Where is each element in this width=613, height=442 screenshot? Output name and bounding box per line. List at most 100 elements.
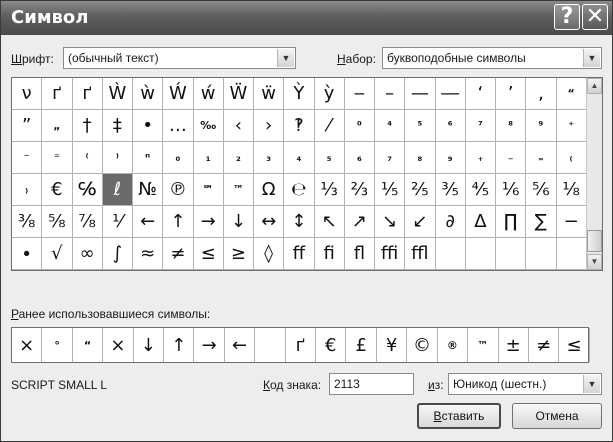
symbol-cell[interactable]: ≤	[193, 238, 224, 270]
recent-symbol-cell[interactable]: ↓	[134, 328, 165, 362]
symbol-cell[interactable]: ↔	[254, 206, 285, 238]
recent-symbol-cell[interactable]: ¥	[377, 328, 408, 362]
symbol-cell[interactable]: ỳ	[314, 78, 345, 110]
symbol-cell[interactable]: ™	[223, 174, 254, 206]
insert-button[interactable]: Вставить	[417, 403, 501, 429]
symbol-cell[interactable]: ⁾	[102, 142, 133, 174]
symbol-cell[interactable]: ₋	[496, 142, 527, 174]
recent-symbol-cell[interactable]: ©	[407, 328, 438, 362]
symbol-cell[interactable]: Ỳ	[284, 78, 315, 110]
recent-symbol-cell[interactable]	[255, 328, 286, 362]
symbol-cell[interactable]: ν	[12, 78, 43, 110]
recent-symbol-cell[interactable]: “	[73, 328, 104, 362]
symbol-cell[interactable]: ≈	[133, 238, 164, 270]
symbol-cell[interactable]: ﬀ	[284, 238, 315, 270]
symbol-cell[interactable]: ’	[496, 78, 527, 110]
chevron-down-icon[interactable]: ▼	[583, 375, 600, 393]
symbol-cell[interactable]: ≥	[223, 238, 254, 270]
symbol-cell[interactable]	[556, 238, 587, 270]
recent-symbol-cell[interactable]: °	[42, 328, 73, 362]
font-combobox[interactable]: (обычный текст) ▼	[63, 47, 296, 69]
symbol-cell[interactable]: ₈	[405, 142, 436, 174]
symbol-cell[interactable]: „	[42, 110, 73, 142]
title-bar[interactable]: Символ ? ✕	[1, 1, 612, 35]
symbol-cell[interactable]: ∫	[102, 238, 133, 270]
symbol-cell[interactable]: ⅚	[526, 174, 557, 206]
symbol-cell[interactable]: ⁵	[405, 110, 436, 142]
symbol-cell[interactable]: ⁸	[496, 110, 527, 142]
symbol-cell[interactable]: ⅝	[42, 206, 73, 238]
symbol-cell[interactable]: ∑	[526, 206, 557, 238]
symbol-cell[interactable]: ‒	[344, 78, 375, 110]
symbol-cell[interactable]: †	[72, 110, 103, 142]
symbol-cell[interactable]: ⁼	[42, 142, 73, 174]
symbol-cell[interactable]: №	[133, 174, 164, 206]
symbol-cell[interactable]: ”	[12, 110, 43, 142]
symbol-cell[interactable]: ẁ	[133, 78, 164, 110]
symbol-cell[interactable]: ⅕	[375, 174, 406, 206]
symbol-cell[interactable]: ⁻	[12, 142, 43, 174]
symbol-cell[interactable]: ↘	[375, 206, 406, 238]
recent-symbol-cell[interactable]: ™	[468, 328, 499, 362]
symbol-cell[interactable]: €	[42, 174, 73, 206]
symbol-cell[interactable]	[526, 238, 557, 270]
symbol-cell[interactable]: ‘	[465, 78, 496, 110]
symbol-cell[interactable]: →	[193, 206, 224, 238]
symbol-cell[interactable]: ₎	[12, 174, 43, 206]
symbol-cell[interactable]: ₅	[314, 142, 345, 174]
symbol-cell[interactable]: ⅛	[556, 174, 587, 206]
symbol-cell[interactable]: ⁰	[344, 110, 375, 142]
symbol-cell[interactable]: ₇	[375, 142, 406, 174]
chevron-down-icon[interactable]: ▼	[277, 49, 294, 67]
symbol-cell[interactable]: …	[163, 110, 194, 142]
symbol-cell[interactable]: –	[375, 78, 406, 110]
close-button[interactable]: ✕	[582, 4, 608, 30]
chevron-down-icon[interactable]: ▼	[583, 49, 600, 67]
symbol-cell[interactable]: ⅜	[12, 206, 43, 238]
symbol-cell[interactable]: √	[42, 238, 73, 270]
subset-combobox[interactable]: буквоподобные символы ▼	[382, 47, 602, 69]
symbol-cell[interactable]	[496, 238, 527, 270]
symbol-grid-scrollbar[interactable]: ▲ ▼	[586, 78, 602, 270]
symbol-cell[interactable]: —	[405, 78, 436, 110]
symbol-cell[interactable]: ℮	[284, 174, 315, 206]
symbol-cell[interactable]: •	[133, 110, 164, 142]
symbol-cell[interactable]: ﬂ	[344, 238, 375, 270]
symbol-cell[interactable]: ⁹	[526, 110, 557, 142]
symbol-cell[interactable]: ⅗	[435, 174, 466, 206]
symbol-cell[interactable]: ⅙	[496, 174, 527, 206]
symbol-cell[interactable]: ⁴	[375, 110, 406, 142]
symbol-cell[interactable]: ∆	[465, 206, 496, 238]
help-button[interactable]: ?	[554, 4, 580, 30]
symbol-cell[interactable]: ⁿ	[133, 142, 164, 174]
recent-symbol-cell[interactable]: ×	[12, 328, 43, 362]
recent-symbol-cell[interactable]: ×	[103, 328, 134, 362]
recent-symbol-cell[interactable]: ≠	[529, 328, 560, 362]
symbol-cell[interactable]: ₌	[526, 142, 557, 174]
symbol-cell[interactable]: ℓ	[102, 174, 133, 206]
symbol-cell[interactable]: ↑	[163, 206, 194, 238]
symbol-cell[interactable]: “	[556, 78, 587, 110]
recent-symbol-cell[interactable]: →	[194, 328, 225, 362]
symbol-cell[interactable]: ∏	[496, 206, 527, 238]
symbol-cell[interactable]: ⁺	[556, 110, 587, 142]
recent-symbol-cell[interactable]: ±	[499, 328, 529, 362]
symbol-cell[interactable]: ґ	[42, 78, 73, 110]
symbol-cell[interactable]: ₉	[435, 142, 466, 174]
scroll-down-icon[interactable]: ▼	[587, 254, 602, 270]
symbol-cell[interactable]: ‰	[193, 110, 224, 142]
symbol-cell[interactable]: ‹	[223, 110, 254, 142]
symbol-cell[interactable]: ⅔	[344, 174, 375, 206]
symbol-cell[interactable]: ⁽	[72, 142, 103, 174]
symbol-cell[interactable]: ẅ	[254, 78, 285, 110]
symbol-cell[interactable]: ―	[435, 78, 466, 110]
symbol-cell[interactable]: ‚	[526, 78, 557, 110]
symbol-cell[interactable]: ₂	[223, 142, 254, 174]
symbol-cell[interactable]: ‽	[284, 110, 315, 142]
symbol-cell[interactable]: Ω	[254, 174, 285, 206]
symbol-cell[interactable]: ⁶	[435, 110, 466, 142]
symbol-cell[interactable]: ↕	[284, 206, 315, 238]
symbol-cell[interactable]: ∞	[72, 238, 103, 270]
symbol-cell[interactable]: ↓	[223, 206, 254, 238]
recent-symbol-cell[interactable]: ←	[225, 328, 256, 362]
